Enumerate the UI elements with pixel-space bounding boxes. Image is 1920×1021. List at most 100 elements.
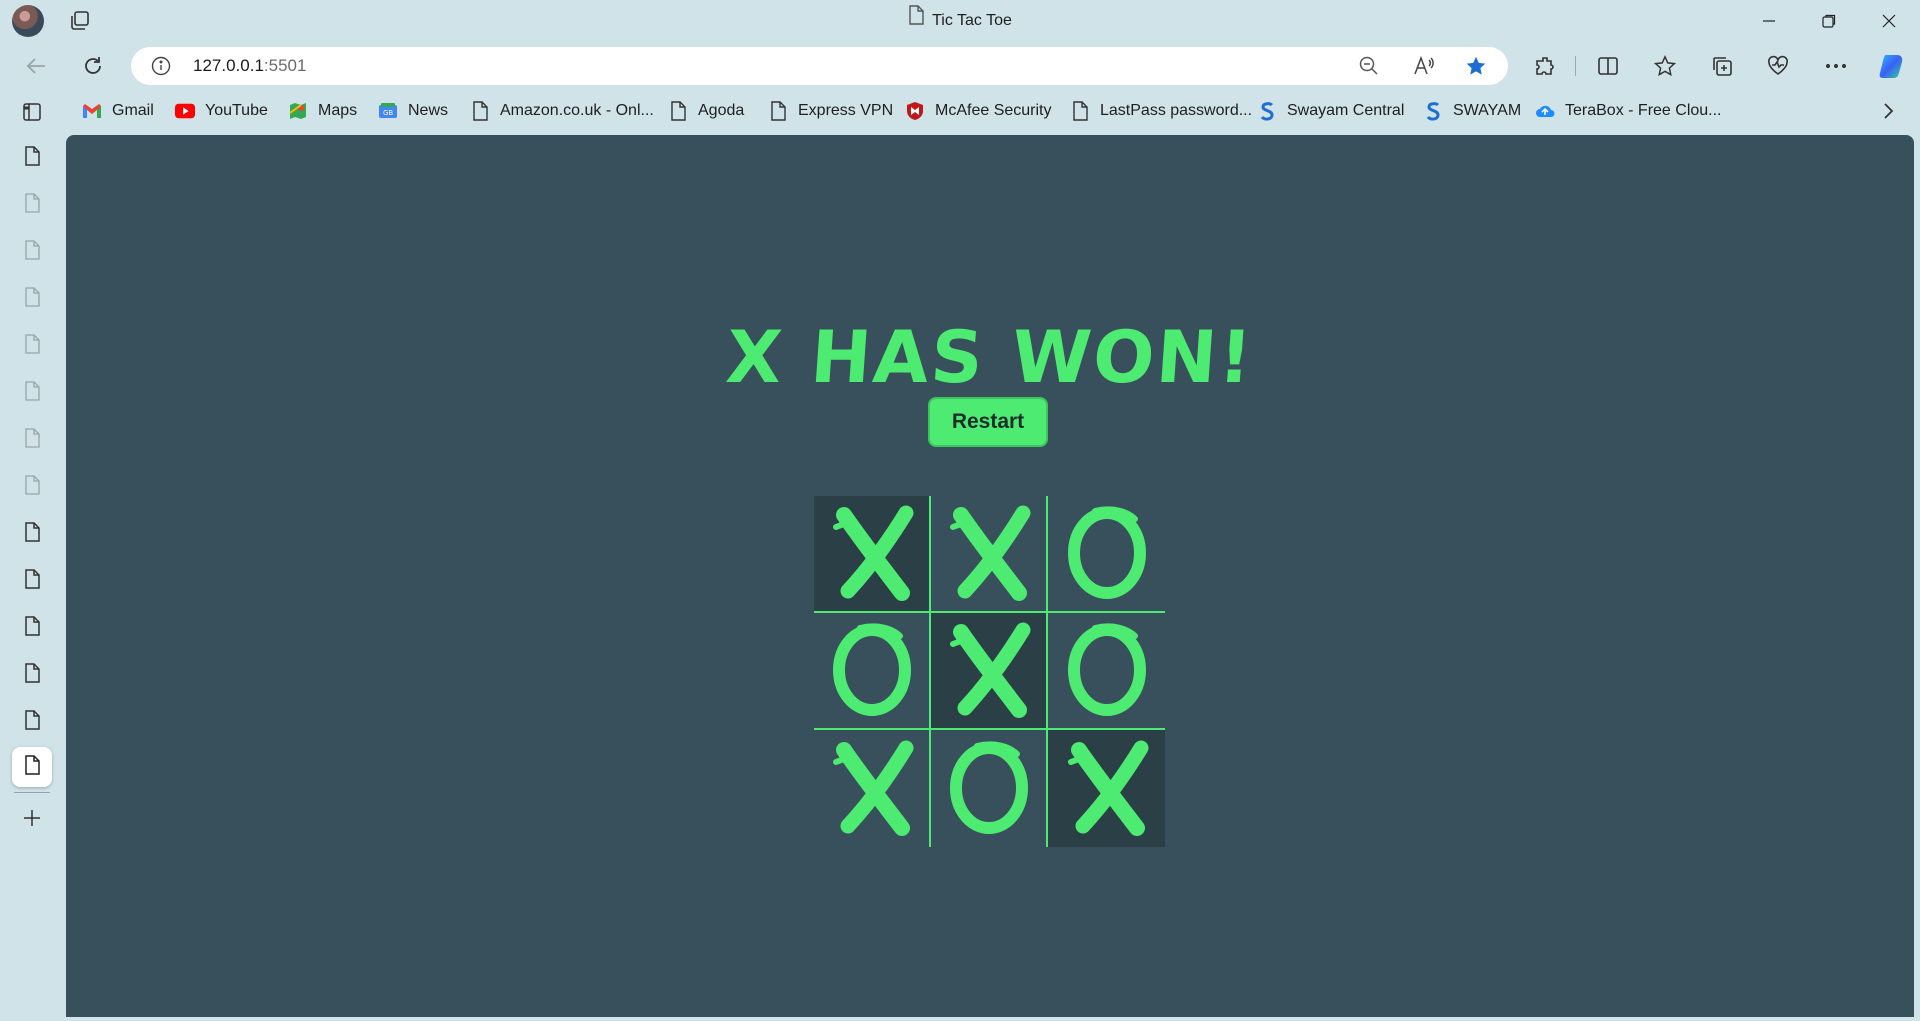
- bookmark-terabox[interactable]: TeraBox - Free Clou...: [1535, 94, 1722, 128]
- restore-button[interactable]: [1800, 0, 1858, 42]
- bookmark-label: News: [408, 102, 449, 119]
- copilot-icon[interactable]: [1872, 44, 1912, 88]
- bookmark-lastpass[interactable]: LastPass password...: [1070, 94, 1252, 128]
- vertical-tab-12[interactable]: [12, 655, 52, 695]
- board-cell[interactable]: [931, 496, 1048, 613]
- zoom-out-icon[interactable]: [1359, 56, 1379, 81]
- board-cell[interactable]: [814, 496, 931, 613]
- x-mark-icon: [822, 501, 922, 606]
- terabox-icon: [1535, 101, 1555, 121]
- bookmark-label: SWAYAM: [1453, 102, 1522, 119]
- collections-icon[interactable]: [1702, 44, 1742, 88]
- mcafee-icon: [905, 101, 925, 121]
- x-mark-icon: [822, 736, 922, 841]
- vertical-tab-4[interactable]: [12, 279, 52, 319]
- address-port: :5501: [263, 56, 307, 75]
- bookmark-label: Amazon.co.uk - Onl...: [500, 102, 654, 119]
- vertical-tab-13[interactable]: [12, 702, 52, 742]
- vertical-tab-9[interactable]: [12, 514, 52, 554]
- board-cell[interactable]: [1048, 730, 1165, 847]
- window-title: Tic Tac Toe: [0, 0, 1920, 42]
- refresh-button[interactable]: [73, 44, 113, 88]
- address-bar[interactable]: 127.0.0.1:5501: [131, 47, 1508, 85]
- restart-button[interactable]: Restart: [928, 397, 1048, 447]
- vertical-tab-6[interactable]: [12, 373, 52, 413]
- title-bar: Tic Tac Toe: [0, 0, 1920, 42]
- bookmark-maps[interactable]: Maps: [288, 94, 357, 128]
- address-text[interactable]: 127.0.0.1:5501: [193, 47, 306, 85]
- sidebar-divider: [14, 792, 50, 793]
- svg-text:GB: GB: [383, 109, 393, 117]
- minimize-button[interactable]: [1740, 0, 1798, 42]
- back-button[interactable]: [16, 44, 56, 88]
- bookmark-youtube[interactable]: YouTube: [175, 94, 268, 128]
- bookmark-label: TeraBox - Free Clou...: [1565, 102, 1722, 119]
- news-icon: GB: [378, 101, 398, 121]
- vertical-tab-10[interactable]: [12, 561, 52, 601]
- bookmark-mcafee[interactable]: McAfee Security: [905, 94, 1051, 128]
- bookmark-label: LastPass password...: [1100, 102, 1253, 119]
- bookmark-label: Agoda: [698, 102, 745, 119]
- page-icon: [24, 239, 40, 265]
- vertical-tab-11[interactable]: [12, 608, 52, 648]
- extensions-icon[interactable]: [1525, 44, 1565, 88]
- youtube-icon: [175, 101, 195, 121]
- o-mark-icon: [1057, 501, 1157, 606]
- board-cell[interactable]: [814, 730, 931, 847]
- o-mark-icon: [822, 618, 922, 723]
- split-screen-icon[interactable]: [1588, 44, 1628, 88]
- favorite-star-icon[interactable]: [1465, 55, 1487, 82]
- page-icon: [470, 101, 490, 121]
- favorites-icon[interactable]: [1645, 44, 1685, 88]
- bookmark-news[interactable]: GB News: [378, 94, 448, 128]
- board-cell[interactable]: [1048, 613, 1165, 730]
- vertical-tab-5[interactable]: [12, 326, 52, 366]
- vertical-tab-2[interactable]: [12, 185, 52, 225]
- bookmark-agoda[interactable]: Agoda: [668, 94, 744, 128]
- board-cell[interactable]: [1048, 496, 1165, 613]
- bookmark-express-vpn[interactable]: Express VPN: [768, 94, 893, 128]
- bookmarks-overflow-button[interactable]: [1878, 94, 1898, 128]
- bookmark-label: Express VPN: [798, 102, 894, 119]
- vertical-tab-8[interactable]: [12, 467, 52, 507]
- vertical-tab-1[interactable]: [12, 138, 52, 178]
- tab-actions-menu[interactable]: [12, 92, 52, 132]
- page-icon: [24, 286, 40, 312]
- browser-toolbar: 127.0.0.1:5501: [0, 44, 1920, 88]
- site-info-icon[interactable]: [151, 56, 171, 81]
- page-icon: [24, 521, 40, 547]
- board-cell[interactable]: [814, 613, 931, 730]
- vertical-tab-7[interactable]: [12, 420, 52, 460]
- close-button[interactable]: [1860, 0, 1918, 42]
- window-title-text: Tic Tac Toe: [932, 12, 1012, 30]
- new-tab-button[interactable]: [12, 800, 52, 840]
- vertical-tab-active[interactable]: [12, 747, 52, 787]
- board-cell[interactable]: [931, 730, 1048, 847]
- page-icon: [24, 568, 40, 594]
- page-icon: [24, 709, 40, 735]
- page-icon: [24, 427, 40, 453]
- board-cell[interactable]: [931, 613, 1048, 730]
- x-mark-icon: [939, 501, 1039, 606]
- page-icon: [24, 662, 40, 688]
- bookmark-swayam-central[interactable]: Swayam Central: [1257, 94, 1404, 128]
- page-icon: [24, 615, 40, 641]
- vertical-tab-3[interactable]: [12, 232, 52, 272]
- vertical-tabs-sidebar: [0, 92, 64, 1021]
- gmail-icon: [82, 101, 102, 121]
- browser-essentials-icon[interactable]: [1758, 44, 1798, 88]
- page-icon: [24, 474, 40, 500]
- o-mark-icon: [1057, 618, 1157, 723]
- page-icon: [668, 101, 688, 121]
- bookmark-label: Gmail: [112, 102, 154, 119]
- bookmark-swayam[interactable]: SWAYAM: [1423, 94, 1521, 128]
- page-viewport: X HAS WON! Restart: [66, 135, 1914, 1017]
- x-mark-icon: [939, 618, 1039, 723]
- more-options-icon[interactable]: [1816, 44, 1856, 88]
- bookmark-gmail[interactable]: Gmail: [82, 94, 154, 128]
- game-board: [814, 496, 1165, 847]
- bookmark-amazon[interactable]: Amazon.co.uk - Onl...: [470, 94, 654, 128]
- swayam-icon: [1423, 101, 1443, 121]
- page-icon: [24, 754, 40, 780]
- read-aloud-icon[interactable]: [1413, 55, 1435, 81]
